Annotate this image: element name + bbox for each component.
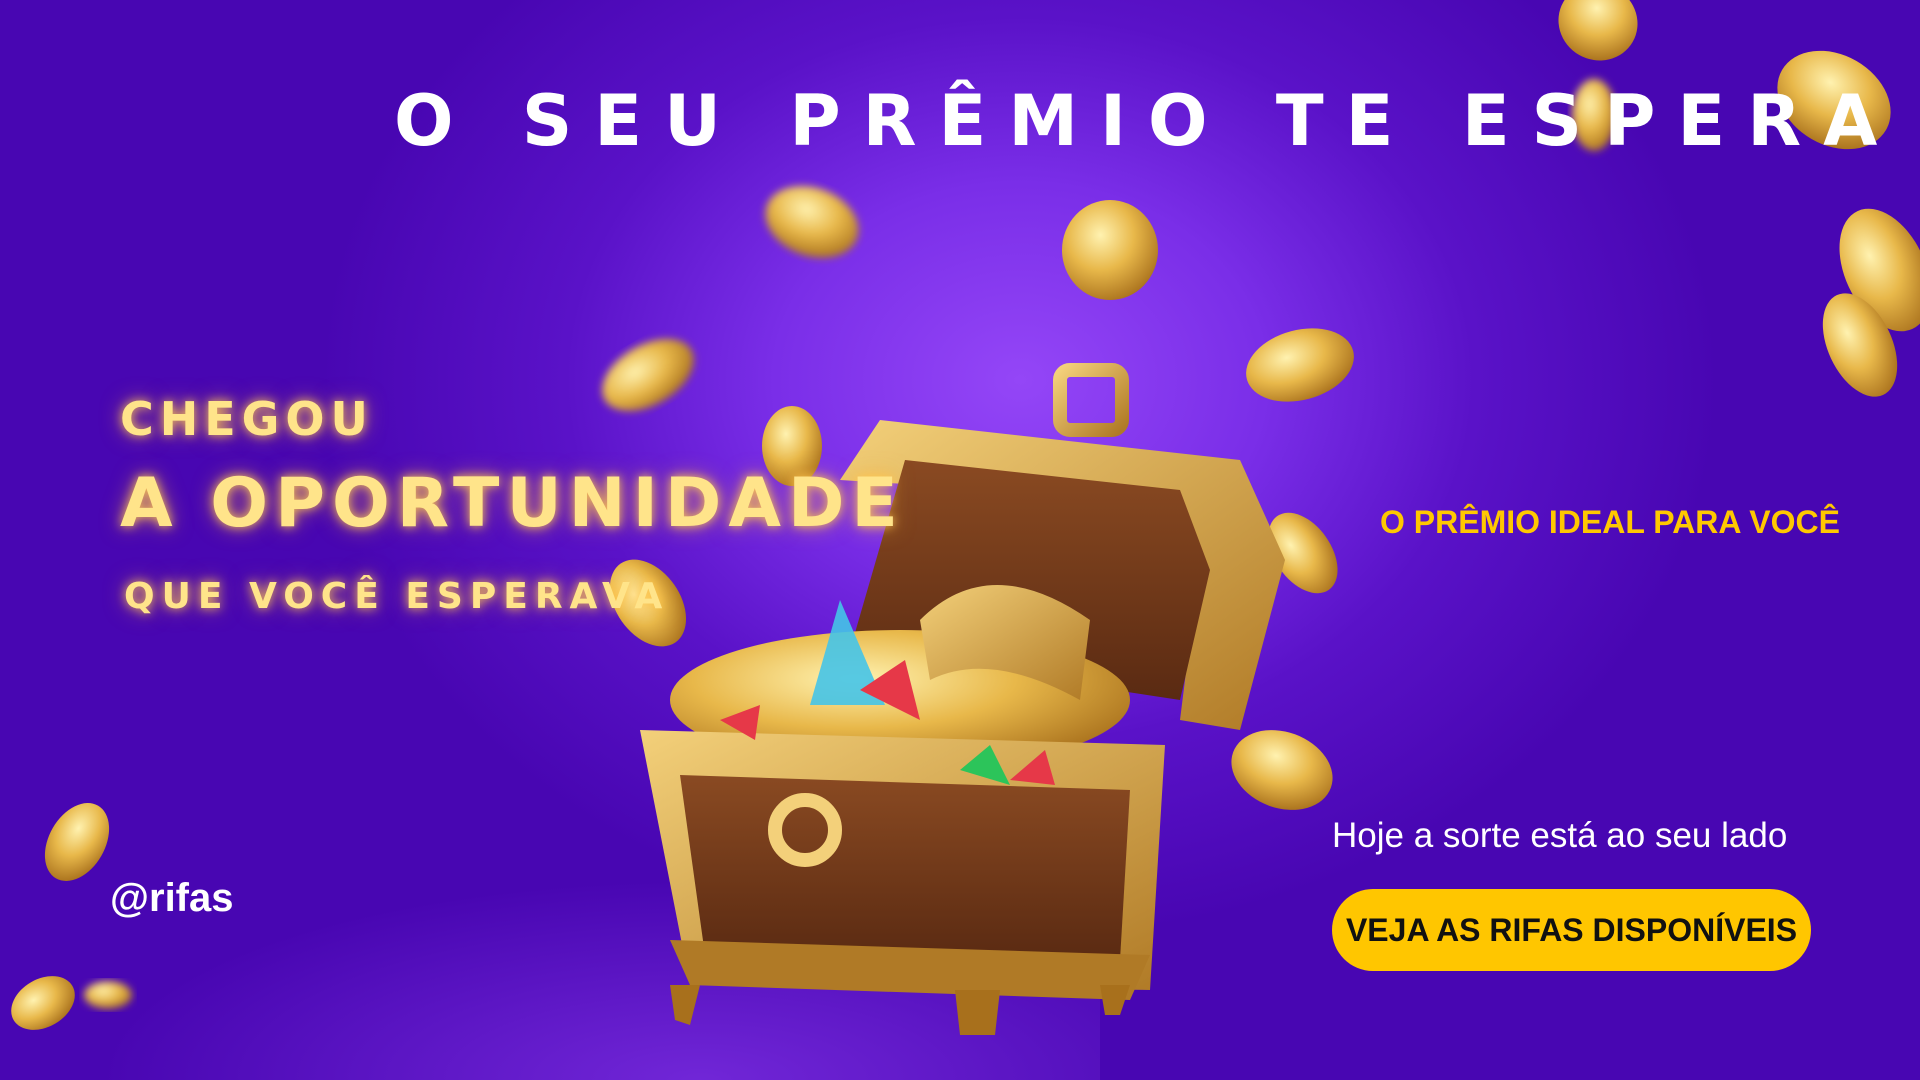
tagline: Hoje a sorte está ao seu lado — [1332, 816, 1788, 855]
headline-line-1: CHEGOU — [120, 392, 374, 446]
page-title: O SEU PRÊMIO TE ESPERA — [394, 80, 1900, 162]
view-raffles-button[interactable]: VEJA AS RIFAS DISPONÍVEIS — [1332, 889, 1811, 971]
social-handle: @rifas — [110, 876, 234, 920]
headline-line-2: A OPORTUNIDADE — [120, 464, 905, 543]
headline-line-3: QUE VOCÊ ESPERAVA — [124, 576, 670, 617]
subtitle: O PRÊMIO IDEAL PARA VOCÊ — [1380, 504, 1840, 540]
